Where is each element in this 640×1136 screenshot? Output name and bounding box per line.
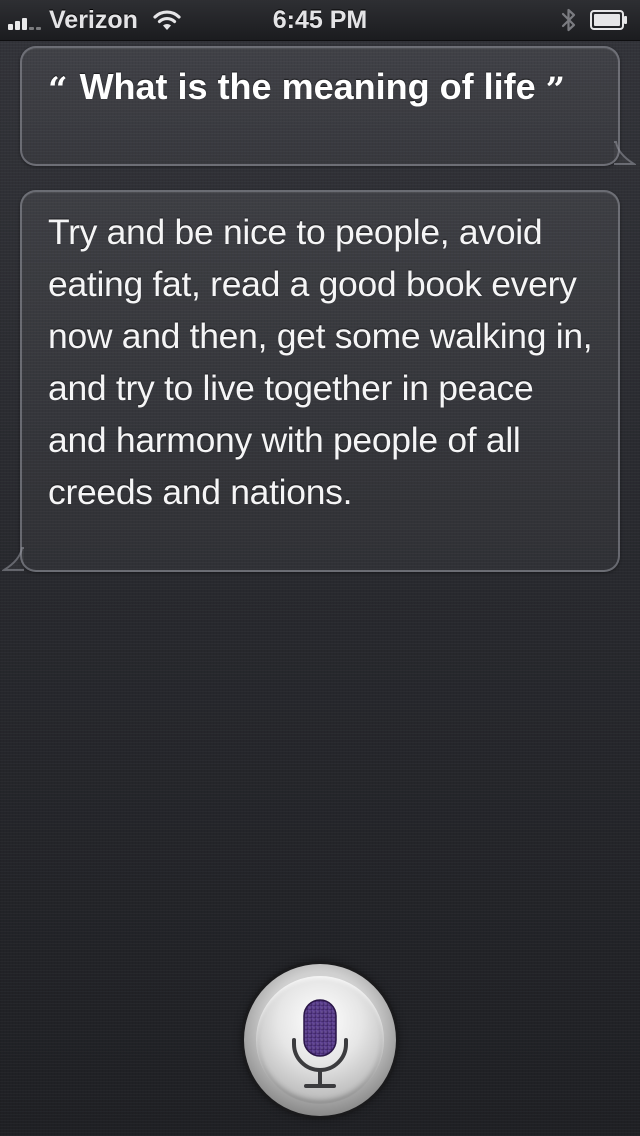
- answer-bubble-tail: [2, 547, 24, 571]
- status-left-group: Verizon: [8, 0, 182, 40]
- signal-icon: [8, 16, 43, 30]
- user-query-bubble[interactable]: “ What is the meaning of life”: [20, 46, 636, 166]
- microphone-icon: [292, 999, 348, 1088]
- bluetooth-icon: [561, 8, 576, 32]
- siri-answer-bubble: Try and be nice to people, avoid eating …: [2, 190, 620, 572]
- query-bubble-tail: [614, 141, 636, 165]
- close-quote-mark: ”: [545, 70, 566, 110]
- carrier-name: Verizon: [49, 5, 138, 34]
- wifi-icon: [153, 10, 181, 30]
- battery-icon: [590, 10, 627, 30]
- open-quote-mark: “: [48, 70, 68, 110]
- mic-button-face[interactable]: [256, 976, 384, 1104]
- siri-mic-button[interactable]: [244, 964, 396, 1116]
- siri-answer-text: Try and be nice to people, avoid eating …: [48, 212, 593, 512]
- user-query-text: “ What is the meaning of life”: [48, 60, 598, 115]
- user-query-label: What is the meaning of life: [79, 66, 536, 107]
- status-bar: 6:45 PM Verizon: [0, 0, 640, 41]
